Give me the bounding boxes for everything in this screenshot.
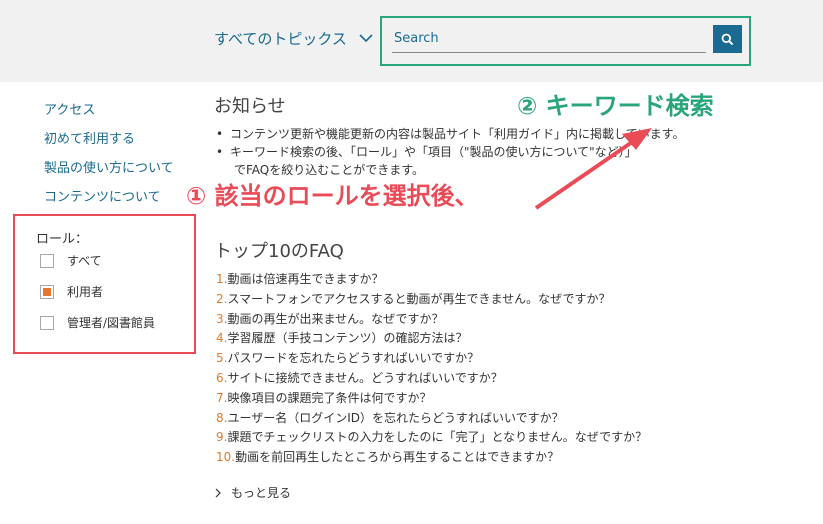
faq-number: 3.	[216, 311, 228, 326]
role-option-all[interactable]: すべて	[40, 252, 102, 269]
faq-link[interactable]: パスワードを忘れたらどうすればいいですか？	[227, 349, 479, 369]
role-label-user: 利用者	[67, 285, 104, 299]
sidebar-link-contents[interactable]: コンテンツについて	[44, 188, 174, 217]
faq-link[interactable]: 動画の再生が出来ません。なぜですか？	[227, 310, 443, 330]
role-option-admin[interactable]: 管理者/図書館員	[40, 314, 155, 331]
faq-item[interactable]: 10. 動画を前回再生したところから再生することはできますか？	[216, 448, 647, 468]
bullet: •	[216, 127, 224, 141]
faq-item[interactable]: 5. パスワードを忘れたらどうすればいいですか？	[216, 349, 647, 369]
news-title: お知らせ	[214, 96, 286, 117]
role-filter-title: ロール：	[36, 232, 89, 247]
annotation-search-highlight	[380, 16, 751, 66]
faq-link[interactable]: 映像項目の課題完了条件は何ですか？	[227, 389, 431, 409]
topics-label: すべてのトピックス	[214, 29, 347, 48]
faq-number: 8.	[216, 410, 228, 425]
topics-dropdown[interactable]: すべてのトピックス	[214, 26, 373, 50]
faq-item[interactable]: 7. 映像項目の課題完了条件は何ですか？	[216, 389, 647, 409]
faq-number: 7.	[216, 390, 228, 405]
annotation-step1: ① 該当のロールを選択後、	[186, 182, 479, 210]
chevron-right-icon	[215, 488, 221, 497]
faq-link[interactable]: 課題でチェックリストの入力をしたのに「完了」となりません。なぜですか？	[227, 428, 647, 448]
sidebar-link-how-to-use[interactable]: 製品の使い方について	[44, 159, 174, 188]
role-label-admin: 管理者/図書館員	[67, 316, 156, 330]
faq-item[interactable]: 8. ユーザー名（ログインID）を忘れたらどうすればいいですか？	[216, 409, 647, 429]
sidebar-link-access[interactable]: アクセス	[44, 101, 174, 130]
role-checkbox-all[interactable]	[40, 253, 54, 268]
sidebar-link-first-use[interactable]: 初めて利用する	[44, 130, 174, 159]
faq-number: 2.	[216, 291, 228, 306]
faq-link[interactable]: 学習履歴（手技コンテンツ）の確認方法は？	[227, 329, 467, 349]
faq-number: 10.	[216, 450, 236, 465]
news-line: コンテンツ更新や機能更新の内容は製品サイト「利用ガイド」内に掲載しています。	[230, 127, 685, 141]
faq-link[interactable]: 動画を前回再生したところから再生することはできますか？	[235, 448, 559, 468]
more-label: もっと見る	[231, 486, 292, 500]
faq-number: 5.	[216, 351, 228, 366]
faq-item[interactable]: 1. 動画は倍速再生できますか？	[216, 270, 647, 290]
role-option-user[interactable]: 利用者	[40, 283, 103, 300]
news-item: • キーワード検索の後、「ロール」や「項目（"製品の使い方について"など）」 で…	[216, 143, 776, 179]
news-line: キーワード検索の後、「ロール」や「項目（"製品の使い方について"など）」	[230, 145, 637, 159]
role-checkbox-admin[interactable]	[40, 315, 54, 330]
role-checkbox-user[interactable]	[40, 284, 54, 299]
faq-item[interactable]: 9. 課題でチェックリストの入力をしたのに「完了」となりません。なぜですか？	[216, 428, 647, 448]
faq-item[interactable]: 6. サイトに接続できません。どうすればいいですか？	[216, 369, 647, 389]
faq-link[interactable]: サイトに接続できません。どうすればいいですか？	[227, 369, 502, 389]
news-item: • コンテンツ更新や機能更新の内容は製品サイト「利用ガイド」内に掲載しています。	[216, 125, 776, 143]
faq-item[interactable]: 4. 学習履歴（手技コンテンツ）の確認方法は？	[216, 329, 647, 349]
faq-link[interactable]: 動画は倍速再生できますか？	[227, 270, 383, 290]
faq-link[interactable]: ユーザー名（ログインID）を忘れたらどうすればいいですか？	[227, 409, 563, 429]
annotation-step2: ② キーワード検索	[517, 92, 714, 120]
sidebar-nav: アクセス 初めて利用する 製品の使い方について コンテンツについて	[44, 101, 174, 217]
chevron-down-icon	[359, 34, 373, 43]
bullet: •	[216, 145, 224, 159]
faq-number: 9.	[216, 430, 228, 445]
faq-list: 1. 動画は倍速再生できますか？ 2. スマートフォンでアクセスすると動画が再生でき…	[216, 270, 647, 468]
more-faq-link[interactable]: もっと見る	[214, 484, 291, 501]
faq-title: トップ10のFAQ	[214, 241, 344, 262]
news-list: • コンテンツ更新や機能更新の内容は製品サイト「利用ガイド」内に掲載しています。…	[216, 125, 776, 179]
faq-number: 1.	[216, 272, 228, 286]
faq-number: 4.	[216, 331, 228, 346]
role-label-all: すべて	[67, 254, 102, 268]
faq-item[interactable]: 2. スマートフォンでアクセスすると動画が再生できません。なぜですか？	[216, 290, 647, 310]
faq-item[interactable]: 3. 動画の再生が出来ません。なぜですか？	[216, 310, 647, 330]
faq-link[interactable]: スマートフォンでアクセスすると動画が再生できません。なぜですか？	[227, 290, 610, 310]
faq-number: 6.	[216, 370, 228, 385]
